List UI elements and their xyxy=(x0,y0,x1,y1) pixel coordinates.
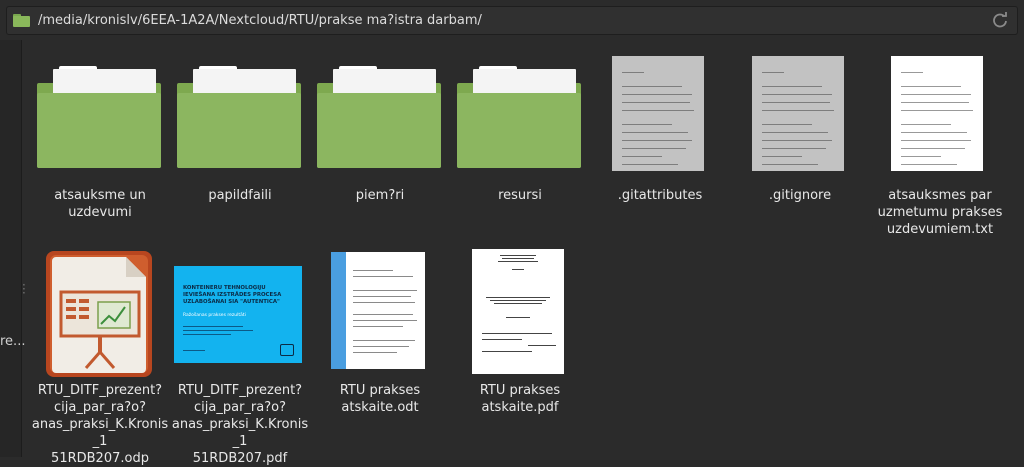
file-name: RTU_DITF_prezent? cija_par_ra?o? anas_pr… xyxy=(31,383,169,466)
text-document-icon xyxy=(870,46,1010,178)
file-name: RTU_DITF_prezent? cija_par_ra?o? anas_pr… xyxy=(171,383,309,466)
pdf-document-thumbnail xyxy=(450,246,590,378)
file-name: .gitignore xyxy=(768,188,832,203)
location-bar[interactable]: /media/kronislv/6EEA-1A2A/Nextcloud/RTU/… xyxy=(6,6,1018,35)
sidebar-item-label[interactable]: re... xyxy=(0,334,25,349)
text-document-icon xyxy=(590,46,730,178)
file-name: resursi xyxy=(498,188,542,203)
location-path[interactable]: /media/kronislv/6EEA-1A2A/Nextcloud/RTU/… xyxy=(38,13,482,28)
file-name: papildfaili xyxy=(208,188,272,203)
pane-resize-handle[interactable]: · · · xyxy=(22,279,26,299)
pdf-slide-thumbnail: KONTEINERU TEHNOLOĢIJU IEVIEŠANA IZSTRĀD… xyxy=(170,246,310,378)
presentation-icon xyxy=(46,251,152,377)
file-name: atsauksmes par uzmetumu prakses uzdevumi… xyxy=(877,188,1003,237)
folder-icon xyxy=(170,46,310,178)
file-name: RTU prakses atskaite.odt xyxy=(339,383,421,415)
slide-subtitle: Ražošanas prakses rezultāti xyxy=(183,313,246,318)
sidebar xyxy=(0,40,22,457)
file-name: piem?ri xyxy=(355,188,405,203)
folder-icon xyxy=(450,46,590,178)
reload-icon[interactable] xyxy=(991,11,1009,29)
folder-icon xyxy=(310,46,450,178)
file-grid: atsauksme un uzdevumi papildfaili piem?r… xyxy=(30,46,1020,466)
slide-title: KONTEINERU TEHNOLOĢIJU IEVIEŠANA IZSTRĀD… xyxy=(183,285,282,305)
folder-icon xyxy=(13,14,30,27)
folder-icon xyxy=(30,46,170,178)
file-name: RTU prakses atskaite.pdf xyxy=(479,383,561,415)
writer-document-thumbnail xyxy=(310,246,450,378)
file-name: .gitattributes xyxy=(617,188,703,203)
text-document-icon xyxy=(730,46,870,178)
file-name: atsauksme un uzdevumi xyxy=(54,188,146,220)
